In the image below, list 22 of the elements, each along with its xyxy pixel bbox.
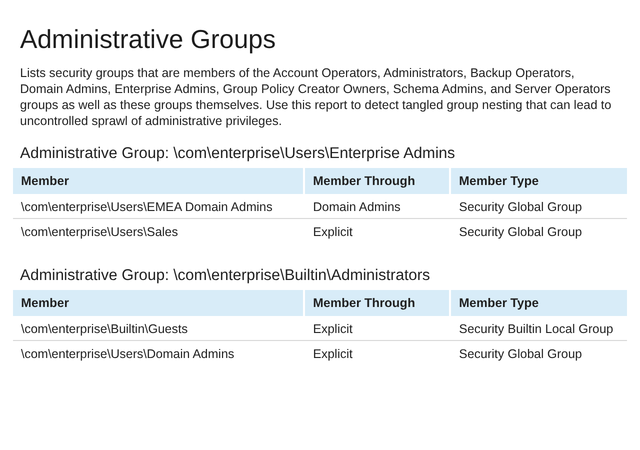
page-title: Administrative Groups [20, 24, 277, 55]
table-cell: Domain Admins [305, 194, 451, 219]
table-cell-text: Explicit [312, 346, 354, 363]
table-cell: Security Builtin Local Group [451, 316, 627, 341]
table-cell: Explicit [305, 316, 451, 341]
table-cell: Security Global Group [451, 194, 627, 219]
column-header: Member [13, 168, 305, 194]
table-cell-text: \com\enterprise\Users\Domain Admins [20, 346, 236, 363]
table-cell-text: Explicit [312, 224, 354, 241]
table-cell-text: \com\enterprise\Users\Sales [20, 224, 180, 241]
column-header: Member Type [451, 168, 627, 194]
table-cell-text: Security Global Group [458, 346, 583, 363]
table-cell: \com\enterprise\Builtin\Guests [13, 316, 305, 341]
column-header: Member Through [305, 290, 451, 316]
table-cell-text: Security Global Group [458, 224, 583, 241]
group-heading: Administrative Group: \com\enterprise\Users\Enterprise Admins [20, 145, 456, 163]
column-header: Member Type [451, 290, 627, 316]
column-header: Member [13, 290, 305, 316]
column-header: Member Through [305, 168, 451, 194]
table-cell: \com\enterprise\Users\EMEA Domain Admins [13, 194, 305, 219]
group-heading: Administrative Group: \com\enterprise\Builtin\Administrators [20, 267, 432, 285]
report-description: Lists security groups that are members of the Account Operators, Administrators, Backup Operators, Domain Admins, Enterprise Admins, Group Policy Creator Owners, Schema Admins, and Server Operators groups as well as these groups themselves. Use this report to detect tangled group nesting that can lead to uncontrolled sprawl of administrative privileges. [20, 65, 612, 129]
